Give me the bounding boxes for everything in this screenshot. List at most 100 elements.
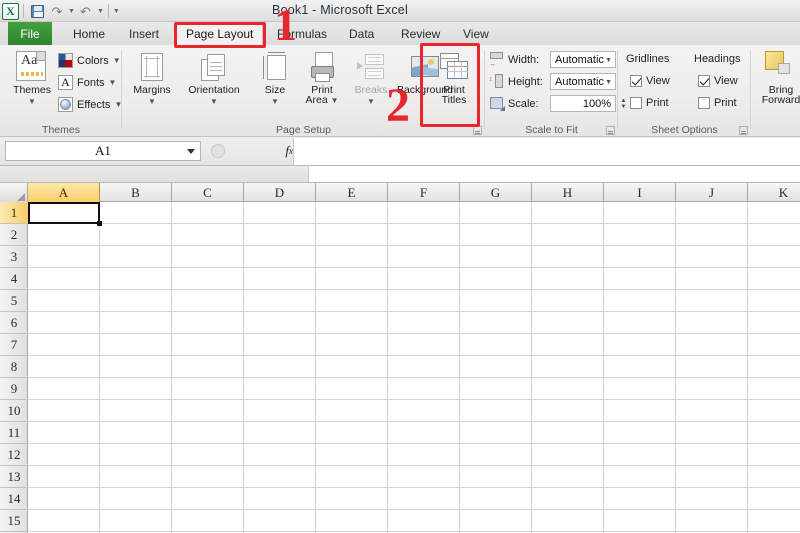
chevron-down-icon: ▼ bbox=[605, 57, 612, 64]
insert-function-icon[interactable]: fx bbox=[235, 141, 293, 161]
size-button[interactable]: Size ▼ bbox=[252, 49, 298, 115]
row-header-14[interactable]: 14 bbox=[0, 488, 28, 510]
worksheet-grid[interactable]: ABCDEFGHIJK 12345678910111213141516 bbox=[0, 183, 800, 533]
chevron-down-icon: ▼ bbox=[112, 56, 121, 65]
column-header-G[interactable]: G bbox=[460, 183, 532, 202]
grid-line bbox=[28, 465, 800, 466]
column-header-C[interactable]: C bbox=[172, 183, 244, 202]
grid-line bbox=[747, 202, 748, 533]
row-header-8[interactable]: 8 bbox=[0, 356, 28, 378]
headings-view-checkbox[interactable]: View bbox=[698, 75, 738, 87]
themes-button[interactable]: Aa Themes ▼ bbox=[4, 49, 60, 115]
tab-review[interactable]: Review bbox=[392, 22, 449, 45]
column-header-E[interactable]: E bbox=[316, 183, 388, 202]
formula-input[interactable] bbox=[293, 137, 800, 165]
tab-file[interactable]: File bbox=[8, 22, 52, 45]
formula-bar-expand-strip bbox=[0, 166, 800, 183]
group-label-scale-to-fit: Scale to Fit bbox=[525, 124, 578, 136]
name-box[interactable]: A1 bbox=[5, 141, 201, 161]
grid-line bbox=[531, 202, 532, 533]
sheet-options-dialog-launcher[interactable] bbox=[739, 126, 748, 135]
window-title: Book1 - Microsoft Excel bbox=[272, 3, 408, 17]
theme-colors-button[interactable]: Colors ▼ bbox=[58, 53, 121, 68]
row-header-15[interactable]: 15 bbox=[0, 510, 28, 532]
height-dropdown[interactable]: Automatic ▼ bbox=[550, 73, 616, 90]
scale-height-row: ↕ Height: Automatic ▼ bbox=[489, 73, 616, 90]
scale-input[interactable]: 100% bbox=[550, 95, 616, 112]
grid-line bbox=[459, 202, 460, 533]
row-header-12[interactable]: 12 bbox=[0, 444, 28, 466]
row-header-2[interactable]: 2 bbox=[0, 224, 28, 246]
title-bar: X ↷ ▼ ↷ ▼ ▼ Book1 - Microsoft Excel bbox=[0, 0, 800, 22]
tab-view[interactable]: View bbox=[454, 22, 498, 45]
page-setup-dialog-launcher[interactable] bbox=[473, 126, 482, 135]
scale-to-fit-dialog-launcher[interactable] bbox=[606, 126, 615, 135]
grid-line bbox=[315, 202, 316, 533]
grid-line bbox=[28, 443, 800, 444]
row-header-10[interactable]: 10 bbox=[0, 400, 28, 422]
cell-area[interactable] bbox=[28, 202, 800, 533]
print-area-button[interactable]: Print Area ▼ bbox=[296, 49, 348, 115]
grid-line bbox=[171, 202, 172, 533]
grid-line bbox=[28, 509, 800, 510]
row-header-13[interactable]: 13 bbox=[0, 466, 28, 488]
chevron-down-icon: ▼ bbox=[271, 97, 279, 106]
group-label-sheet-options: Sheet Options bbox=[651, 124, 718, 136]
tab-home[interactable]: Home bbox=[64, 22, 114, 45]
grid-line bbox=[603, 202, 604, 533]
column-header-I[interactable]: I bbox=[604, 183, 676, 202]
bring-forward-button[interactable]: Bring Forward bbox=[755, 49, 800, 115]
chevron-down-icon: ▼ bbox=[367, 97, 375, 106]
width-dropdown[interactable]: Automatic ▼ bbox=[550, 51, 616, 68]
excel-window: X ↷ ▼ ↷ ▼ ▼ Book1 - Microsoft Excel File… bbox=[0, 0, 800, 533]
print-titles-button[interactable]: Print Titles bbox=[424, 49, 484, 115]
margins-button[interactable]: Margins ▼ bbox=[124, 49, 180, 115]
gridlines-print-checkbox[interactable]: Print bbox=[630, 97, 669, 109]
tab-insert[interactable]: Insert bbox=[120, 22, 168, 45]
column-header-B[interactable]: B bbox=[100, 183, 172, 202]
checkbox-icon bbox=[630, 75, 642, 87]
column-header-F[interactable]: F bbox=[388, 183, 460, 202]
row-header-6[interactable]: 6 bbox=[0, 312, 28, 334]
fonts-icon: A bbox=[58, 75, 73, 90]
row-header-7[interactable]: 7 bbox=[0, 334, 28, 356]
grid-line bbox=[675, 202, 676, 533]
themes-icon: Aa bbox=[16, 51, 48, 83]
theme-fonts-button[interactable]: A Fonts ▼ bbox=[58, 75, 116, 90]
group-label-themes: Themes bbox=[42, 124, 80, 136]
column-header-K[interactable]: K bbox=[748, 183, 800, 202]
fill-handle[interactable] bbox=[97, 221, 102, 226]
grid-line bbox=[28, 377, 800, 378]
formula-bar-buttons[interactable] bbox=[201, 141, 235, 161]
headings-print-checkbox[interactable]: Print bbox=[698, 97, 737, 109]
row-header-9[interactable]: 9 bbox=[0, 378, 28, 400]
chevron-down-icon[interactable] bbox=[187, 149, 195, 154]
theme-effects-button[interactable]: Effects ▼ bbox=[58, 97, 122, 112]
column-header-H[interactable]: H bbox=[532, 183, 604, 202]
select-all-button[interactable] bbox=[0, 183, 28, 202]
print-area-icon bbox=[306, 51, 338, 83]
scale-percent-row: Scale: 100% ▲ ▼ bbox=[489, 95, 629, 112]
gridlines-heading: Gridlines bbox=[626, 53, 670, 65]
gridlines-view-checkbox[interactable]: View bbox=[630, 75, 670, 87]
scale-icon bbox=[489, 96, 505, 111]
column-header-A[interactable]: A bbox=[28, 183, 100, 202]
selected-cell-A1[interactable] bbox=[28, 202, 100, 224]
orientation-button[interactable]: Orientation ▼ bbox=[178, 49, 250, 115]
row-header-5[interactable]: 5 bbox=[0, 290, 28, 312]
column-header-J[interactable]: J bbox=[676, 183, 748, 202]
row-header-11[interactable]: 11 bbox=[0, 422, 28, 444]
row-header-3[interactable]: 3 bbox=[0, 246, 28, 268]
breaks-icon bbox=[355, 51, 387, 83]
tab-data[interactable]: Data bbox=[340, 22, 383, 45]
column-header-D[interactable]: D bbox=[244, 183, 316, 202]
grid-line bbox=[28, 333, 800, 334]
checkbox-icon bbox=[630, 97, 642, 109]
width-icon: ↔ bbox=[489, 52, 505, 68]
tab-page-layout[interactable]: Page Layout bbox=[176, 22, 264, 45]
step-1-marker: 1 bbox=[274, 0, 297, 50]
row-header-1[interactable]: 1 bbox=[0, 202, 28, 224]
grid-line bbox=[28, 223, 800, 224]
row-header-4[interactable]: 4 bbox=[0, 268, 28, 290]
chevron-down-icon: ▼ bbox=[605, 79, 612, 86]
